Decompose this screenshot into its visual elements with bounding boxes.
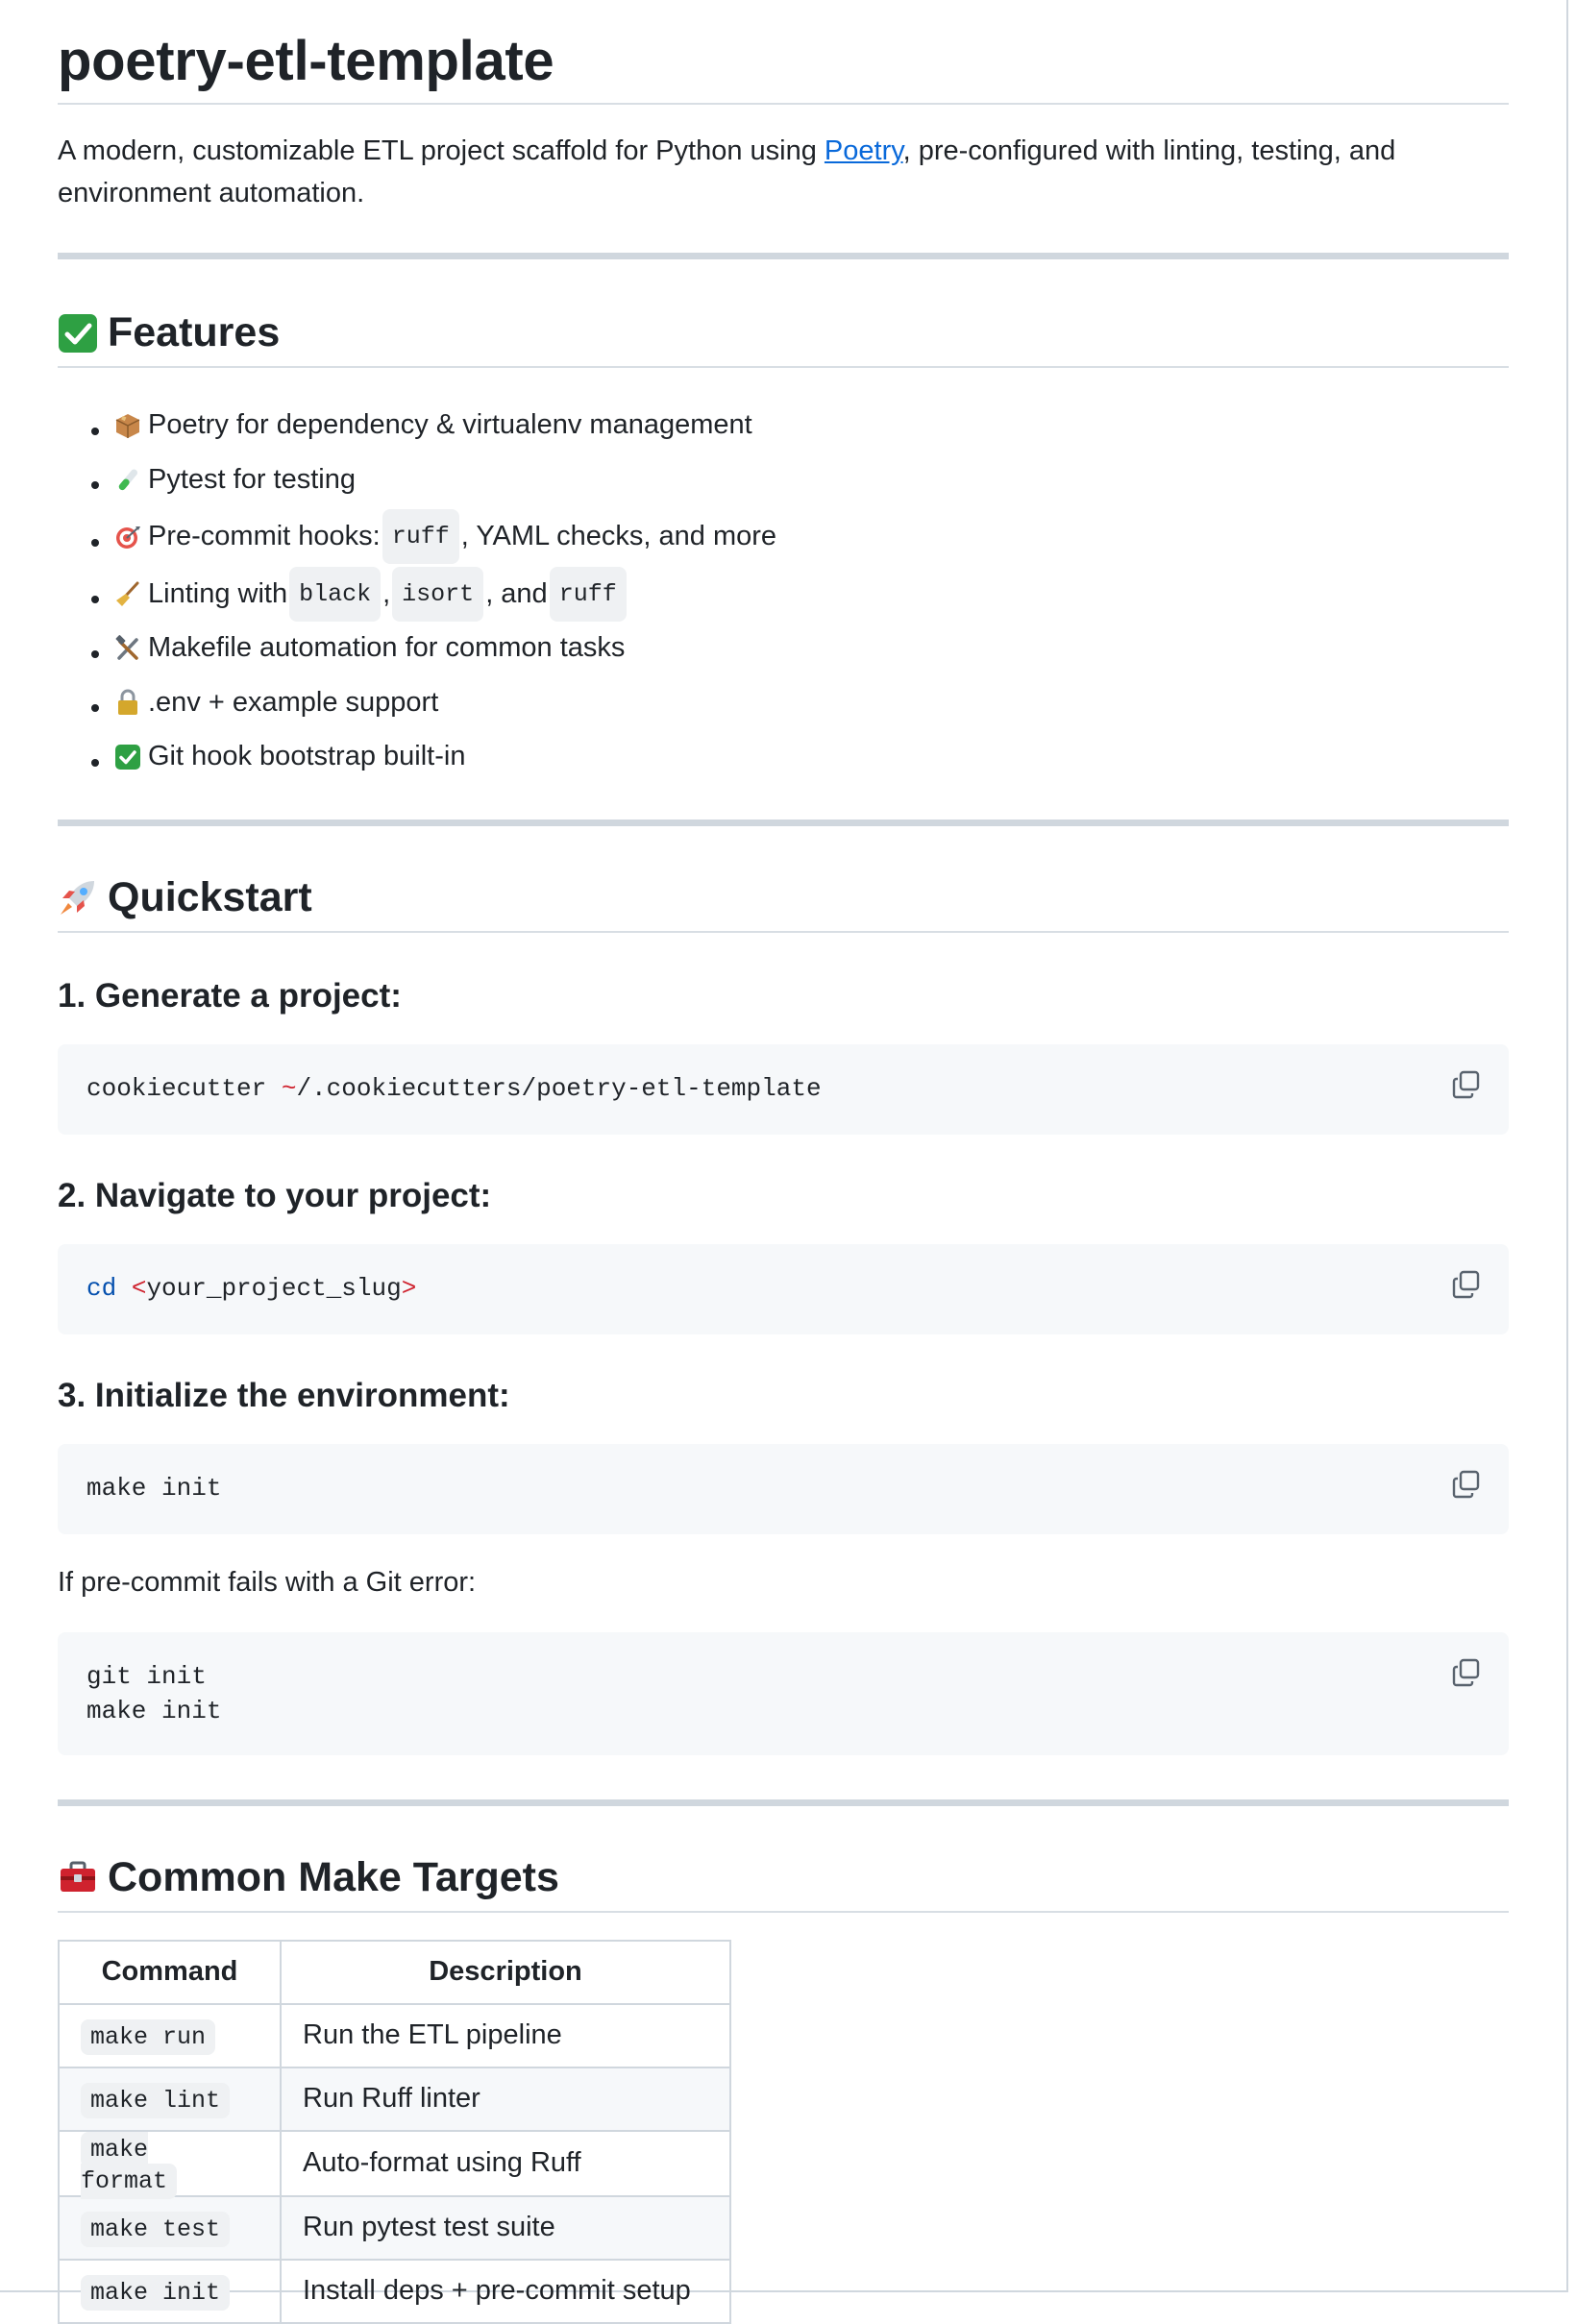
list-item: .env + example support xyxy=(113,678,1509,733)
make-targets-table: Command Description make run Run the ETL… xyxy=(58,1939,731,2324)
copy-icon[interactable] xyxy=(1451,1069,1482,1100)
inline-code: black xyxy=(289,566,382,622)
description-cell: Install deps + pre-commit setup xyxy=(280,2258,731,2324)
features-heading: Features xyxy=(58,309,1509,368)
list-item: Linting with black, isort, and ruff xyxy=(113,566,1509,624)
list-item: Poetry for dependency & virtualenv manag… xyxy=(113,401,1509,455)
copy-icon[interactable] xyxy=(1451,1657,1482,1688)
copy-icon[interactable] xyxy=(1451,1269,1482,1300)
test-tube-icon xyxy=(113,465,142,494)
command-code: make format xyxy=(81,2131,178,2199)
code-block-init: make init xyxy=(58,1443,1509,1534)
command-code: make test xyxy=(81,2212,231,2247)
table-row: make test Run pytest test suite xyxy=(58,2194,731,2261)
list-item: Makefile automation for common tasks xyxy=(113,624,1509,678)
command-code: make init xyxy=(81,2275,231,2311)
table-row: make lint Run Ruff linter xyxy=(58,2066,731,2132)
target-icon xyxy=(113,523,142,551)
check-mark-icon xyxy=(113,743,142,771)
page-title: poetry-etl-template xyxy=(58,0,1509,105)
package-icon xyxy=(113,411,142,440)
quickstart-heading: Quickstart xyxy=(58,874,1509,933)
description-cell: Auto-format using Ruff xyxy=(280,2129,731,2197)
list-item: Pre-commit hooks: ruff, YAML checks, and… xyxy=(113,509,1509,567)
check-mark-icon xyxy=(58,313,98,354)
description-cell: Run Ruff linter xyxy=(280,2066,731,2132)
column-header-description: Description xyxy=(280,1939,731,2005)
section-divider xyxy=(58,1798,1509,1806)
code-block-fallback: git init make init xyxy=(58,1631,1509,1755)
table-header-row: Command Description xyxy=(58,1939,731,2005)
command-code: make run xyxy=(81,2019,216,2055)
tools-icon xyxy=(113,634,142,663)
intro-paragraph: A modern, customizable ETL project scaff… xyxy=(58,135,1396,208)
lock-icon xyxy=(113,688,142,717)
rocket-icon xyxy=(58,877,98,917)
table-row: make init Install deps + pre-commit setu… xyxy=(58,2258,731,2324)
poetry-link[interactable]: Poetry xyxy=(825,135,903,166)
step-2-heading: 2. Navigate to your project: xyxy=(58,1176,492,1214)
step-3-heading: 3. Initialize the environment: xyxy=(58,1376,510,1414)
table-row: make run Run the ETL pipeline xyxy=(58,2002,731,2068)
section-divider xyxy=(58,253,1509,259)
inline-code: isort xyxy=(392,566,484,622)
code-block-navigate: cd <your_project_slug> xyxy=(58,1243,1509,1334)
copy-icon[interactable] xyxy=(1451,1469,1482,1500)
broom-icon xyxy=(113,579,142,608)
inline-code: ruff xyxy=(382,509,459,564)
command-code: make lint xyxy=(81,2083,231,2118)
inline-code: ruff xyxy=(549,566,627,622)
readme-document: poetry-etl-template A modern, customizab… xyxy=(0,0,1568,2324)
targets-heading: Common Make Targets xyxy=(58,1854,1509,1913)
toolbox-icon xyxy=(58,1857,98,1897)
list-item: Git hook bootstrap built-in xyxy=(113,732,1509,787)
code-block-generate: cookiecutter ~/.cookiecutters/poetry-etl… xyxy=(58,1043,1509,1135)
step-1-heading: 1. Generate a project: xyxy=(58,976,402,1015)
description-cell: Run pytest test suite xyxy=(280,2194,731,2261)
git-error-note: If pre-commit fails with a Git error: xyxy=(58,1566,477,1598)
column-header-command: Command xyxy=(58,1939,282,2005)
table-row: make format Auto-format using Ruff xyxy=(58,2129,731,2199)
features-list: Poetry for dependency & virtualenv manag… xyxy=(58,401,1509,787)
list-item: Pytest for testing xyxy=(113,455,1509,510)
section-divider xyxy=(58,819,1509,826)
description-cell: Run the ETL pipeline xyxy=(280,2002,731,2068)
